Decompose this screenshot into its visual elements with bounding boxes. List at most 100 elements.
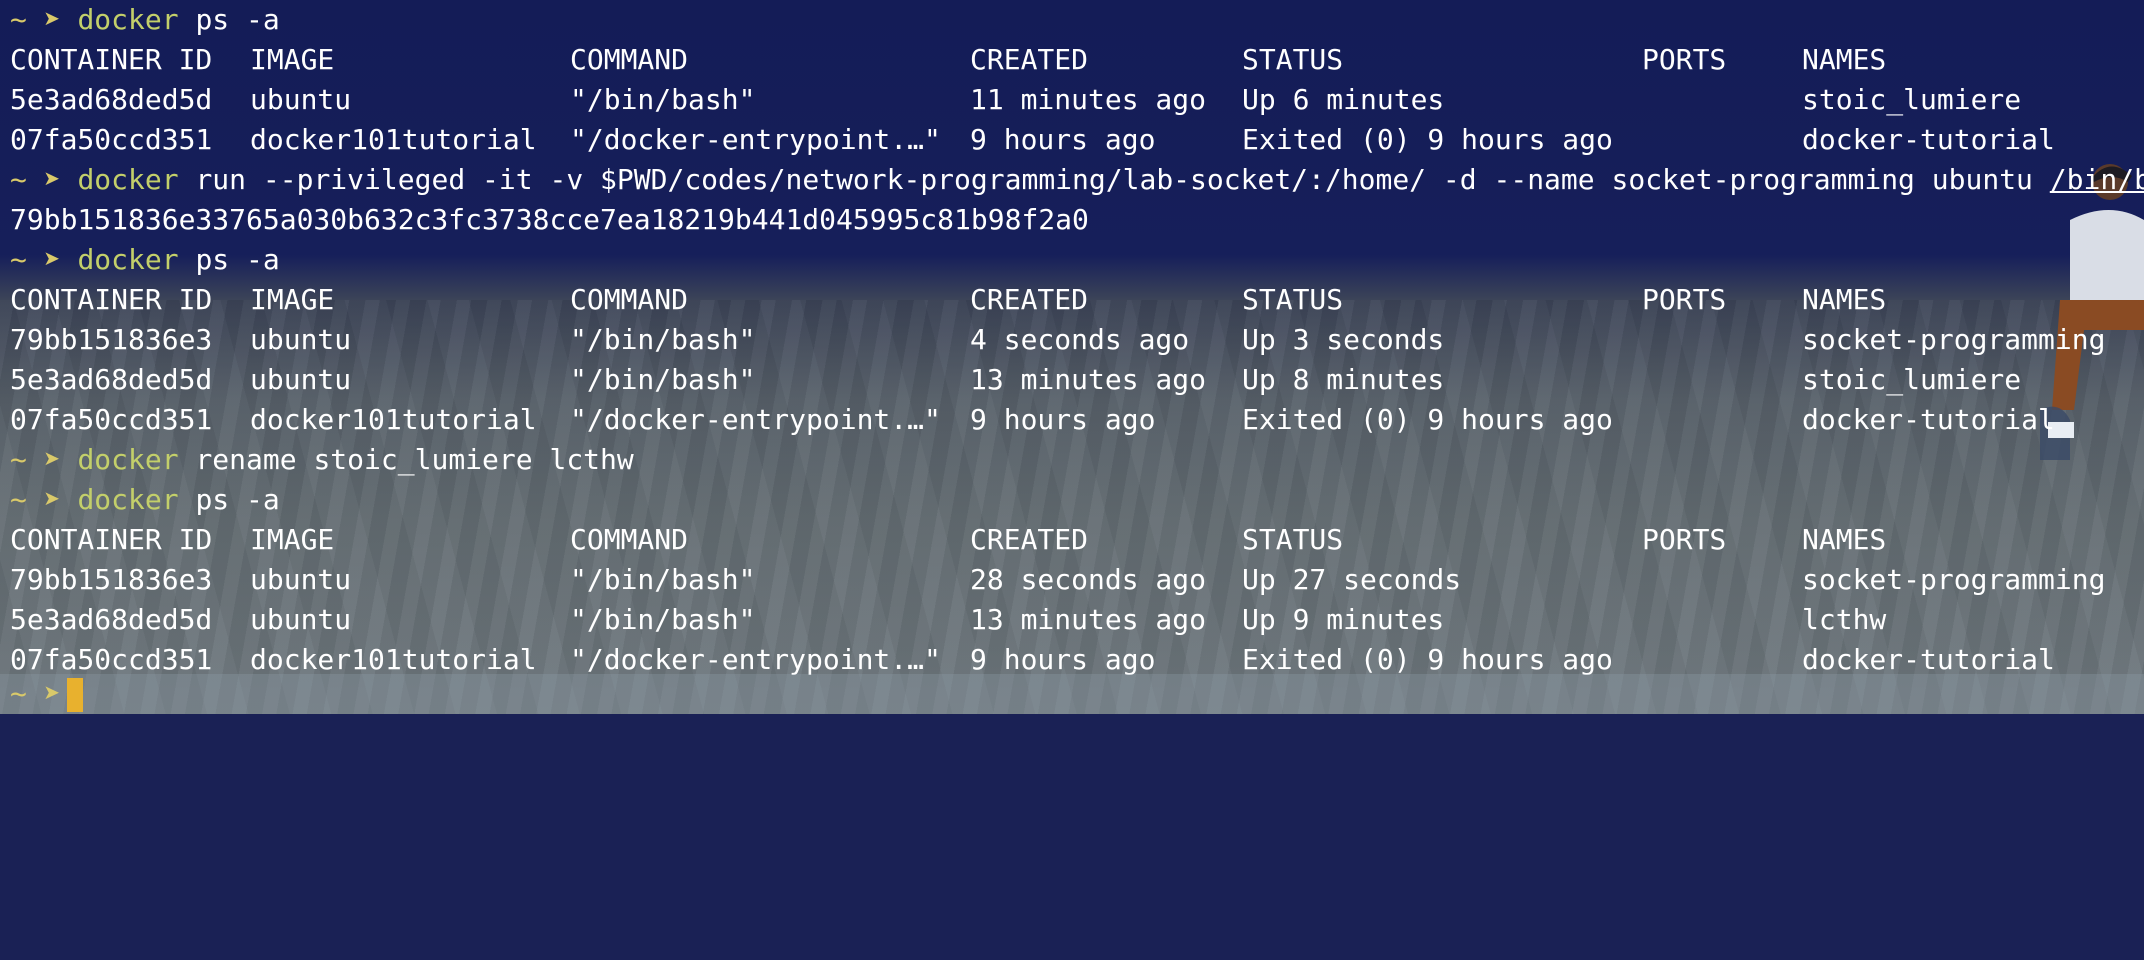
cell-container-id: 5e3ad68ded5d [10, 83, 213, 116]
cell-created: 13 minutes ago [970, 363, 1207, 396]
cell-command: "/bin/bash" [570, 83, 756, 116]
prompt-tilde: ~ [10, 677, 27, 710]
cell-status: Exited (0) 9 hours ago [1242, 123, 1613, 156]
cell-container-id: 07fa50ccd351 [10, 123, 213, 156]
table-row: 79bb151836e3 ubuntu "/bin/bash" 4 second… [10, 320, 2130, 360]
cell-command: "/bin/bash" [570, 563, 756, 596]
table-row: 5e3ad68ded5d ubuntu "/bin/bash" 13 minut… [10, 360, 2130, 400]
command-line: ~ ➤ docker ps -a [10, 480, 2130, 520]
cell-names: stoic_lumiere [1802, 83, 2022, 116]
cell-image: docker101tutorial [250, 403, 537, 436]
cell-status: Up 27 seconds [1242, 563, 1462, 596]
cell-command: "/docker-entrypoint.…" [570, 123, 941, 156]
table-header-row: CONTAINER ID IMAGE COMMAND CREATED STATU… [10, 520, 2130, 560]
command-name: docker [77, 243, 179, 276]
command-args: ps -a [178, 3, 280, 36]
command-name: docker [77, 443, 179, 476]
command-line: ~ ➤ docker rename stoic_lumiere lcthw [10, 440, 2130, 480]
table-row: 07fa50ccd351 docker101tutorial "/docker-… [10, 400, 2130, 440]
cell-created: 4 seconds ago [970, 323, 1190, 356]
terminal-output: ~ ➤ docker ps -a CONTAINER ID IMAGE COMM… [10, 0, 2144, 680]
cell-container-id: 07fa50ccd351 [10, 403, 213, 436]
cell-command: "/docker-entrypoint.…" [570, 403, 941, 436]
header-command: COMMAND [570, 523, 689, 556]
command-args: ps -a [178, 243, 280, 276]
command-args: rename stoic_lumiere lcthw [178, 443, 634, 476]
cell-image: docker101tutorial [250, 123, 537, 156]
command-line: ~ ➤ docker ps -a [10, 240, 2130, 280]
cell-created: 28 seconds ago [970, 563, 1207, 596]
header-container-id: CONTAINER ID [10, 523, 213, 556]
cell-names: docker-tutorial [1802, 403, 2055, 436]
cell-image: ubuntu [250, 363, 352, 396]
cell-created: 9 hours ago [970, 403, 1156, 436]
header-ports: PORTS [1642, 43, 1727, 76]
active-prompt-line[interactable]: ~ ➤ [0, 674, 2144, 714]
cell-names: lcthw [1802, 603, 1887, 636]
table-row: 79bb151836e3 ubuntu "/bin/bash" 28 secon… [10, 560, 2130, 600]
command-name: docker [77, 3, 179, 36]
run-output-hash: 79bb151836e33765a030b632c3fc3738cce7ea18… [10, 203, 1089, 236]
cell-container-id: 5e3ad68ded5d [10, 603, 213, 636]
table-row: 5e3ad68ded5d ubuntu "/bin/bash" 13 minut… [10, 600, 2130, 640]
prompt-arrow-icon: ➤ [43, 677, 61, 710]
command-path-link[interactable]: /bin/bash [2050, 163, 2144, 196]
command-name: docker [77, 163, 179, 196]
table-row: 5e3ad68ded5d ubuntu "/bin/bash" 11 minut… [10, 80, 2130, 120]
cell-container-id: 79bb151836e3 [10, 563, 213, 596]
prompt-arrow-icon: ➤ [43, 163, 61, 196]
table-header-row: CONTAINER ID IMAGE COMMAND CREATED STATU… [10, 40, 2130, 80]
cell-command: "/bin/bash" [570, 323, 756, 356]
header-ports: PORTS [1642, 283, 1727, 316]
cell-names: stoic_lumiere [1802, 363, 2022, 396]
cell-command: "/bin/bash" [570, 363, 756, 396]
table-row: 07fa50ccd351 docker101tutorial "/docker-… [10, 120, 2130, 160]
cell-status: Up 8 minutes [1242, 363, 1445, 396]
header-image: IMAGE [250, 43, 335, 76]
header-status: STATUS [1242, 43, 1344, 76]
header-container-id: CONTAINER ID [10, 283, 213, 316]
command-args: ps -a [178, 483, 280, 516]
header-container-id: CONTAINER ID [10, 43, 213, 76]
cell-container-id: 5e3ad68ded5d [10, 363, 213, 396]
command-name: docker [77, 483, 179, 516]
cell-image: ubuntu [250, 323, 352, 356]
command-args: run --privileged -it -v $PWD/codes/netwo… [178, 163, 2050, 196]
header-command: COMMAND [570, 283, 689, 316]
cell-image: ubuntu [250, 83, 352, 116]
header-status: STATUS [1242, 523, 1344, 556]
header-command: COMMAND [570, 43, 689, 76]
cell-names: socket-programming [1802, 563, 2106, 596]
prompt-tilde: ~ [10, 3, 27, 36]
header-created: CREATED [970, 283, 1089, 316]
header-ports: PORTS [1642, 523, 1727, 556]
text-cursor [66, 678, 83, 712]
prompt-tilde: ~ [10, 163, 27, 196]
prompt-arrow-icon: ➤ [43, 243, 61, 276]
prompt-input[interactable]: ~ ➤ [0, 674, 2144, 714]
cell-status: Up 3 seconds [1242, 323, 1445, 356]
header-names: NAMES [1802, 283, 1887, 316]
prompt-tilde: ~ [10, 483, 27, 516]
prompt-arrow-icon: ➤ [43, 3, 61, 36]
cell-status: Up 6 minutes [1242, 83, 1445, 116]
cell-created: 13 minutes ago [970, 603, 1207, 636]
cell-container-id: 79bb151836e3 [10, 323, 213, 356]
header-image: IMAGE [250, 283, 335, 316]
prompt-tilde: ~ [10, 443, 27, 476]
command-line: ~ ➤ docker run --privileged -it -v $PWD/… [10, 160, 2144, 200]
cell-names: socket-programming [1802, 323, 2106, 356]
prompt-tilde: ~ [10, 243, 27, 276]
table-header-row: CONTAINER ID IMAGE COMMAND CREATED STATU… [10, 280, 2130, 320]
cell-status: Exited (0) 9 hours ago [1242, 403, 1613, 436]
header-names: NAMES [1802, 43, 1887, 76]
header-created: CREATED [970, 523, 1089, 556]
prompt-arrow-icon: ➤ [43, 443, 61, 476]
header-names: NAMES [1802, 523, 1887, 556]
header-image: IMAGE [250, 523, 335, 556]
cell-command: "/bin/bash" [570, 603, 756, 636]
cell-image: ubuntu [250, 603, 352, 636]
cell-image: ubuntu [250, 563, 352, 596]
cell-status: Up 9 minutes [1242, 603, 1445, 636]
command-line: ~ ➤ docker ps -a [10, 0, 2130, 40]
